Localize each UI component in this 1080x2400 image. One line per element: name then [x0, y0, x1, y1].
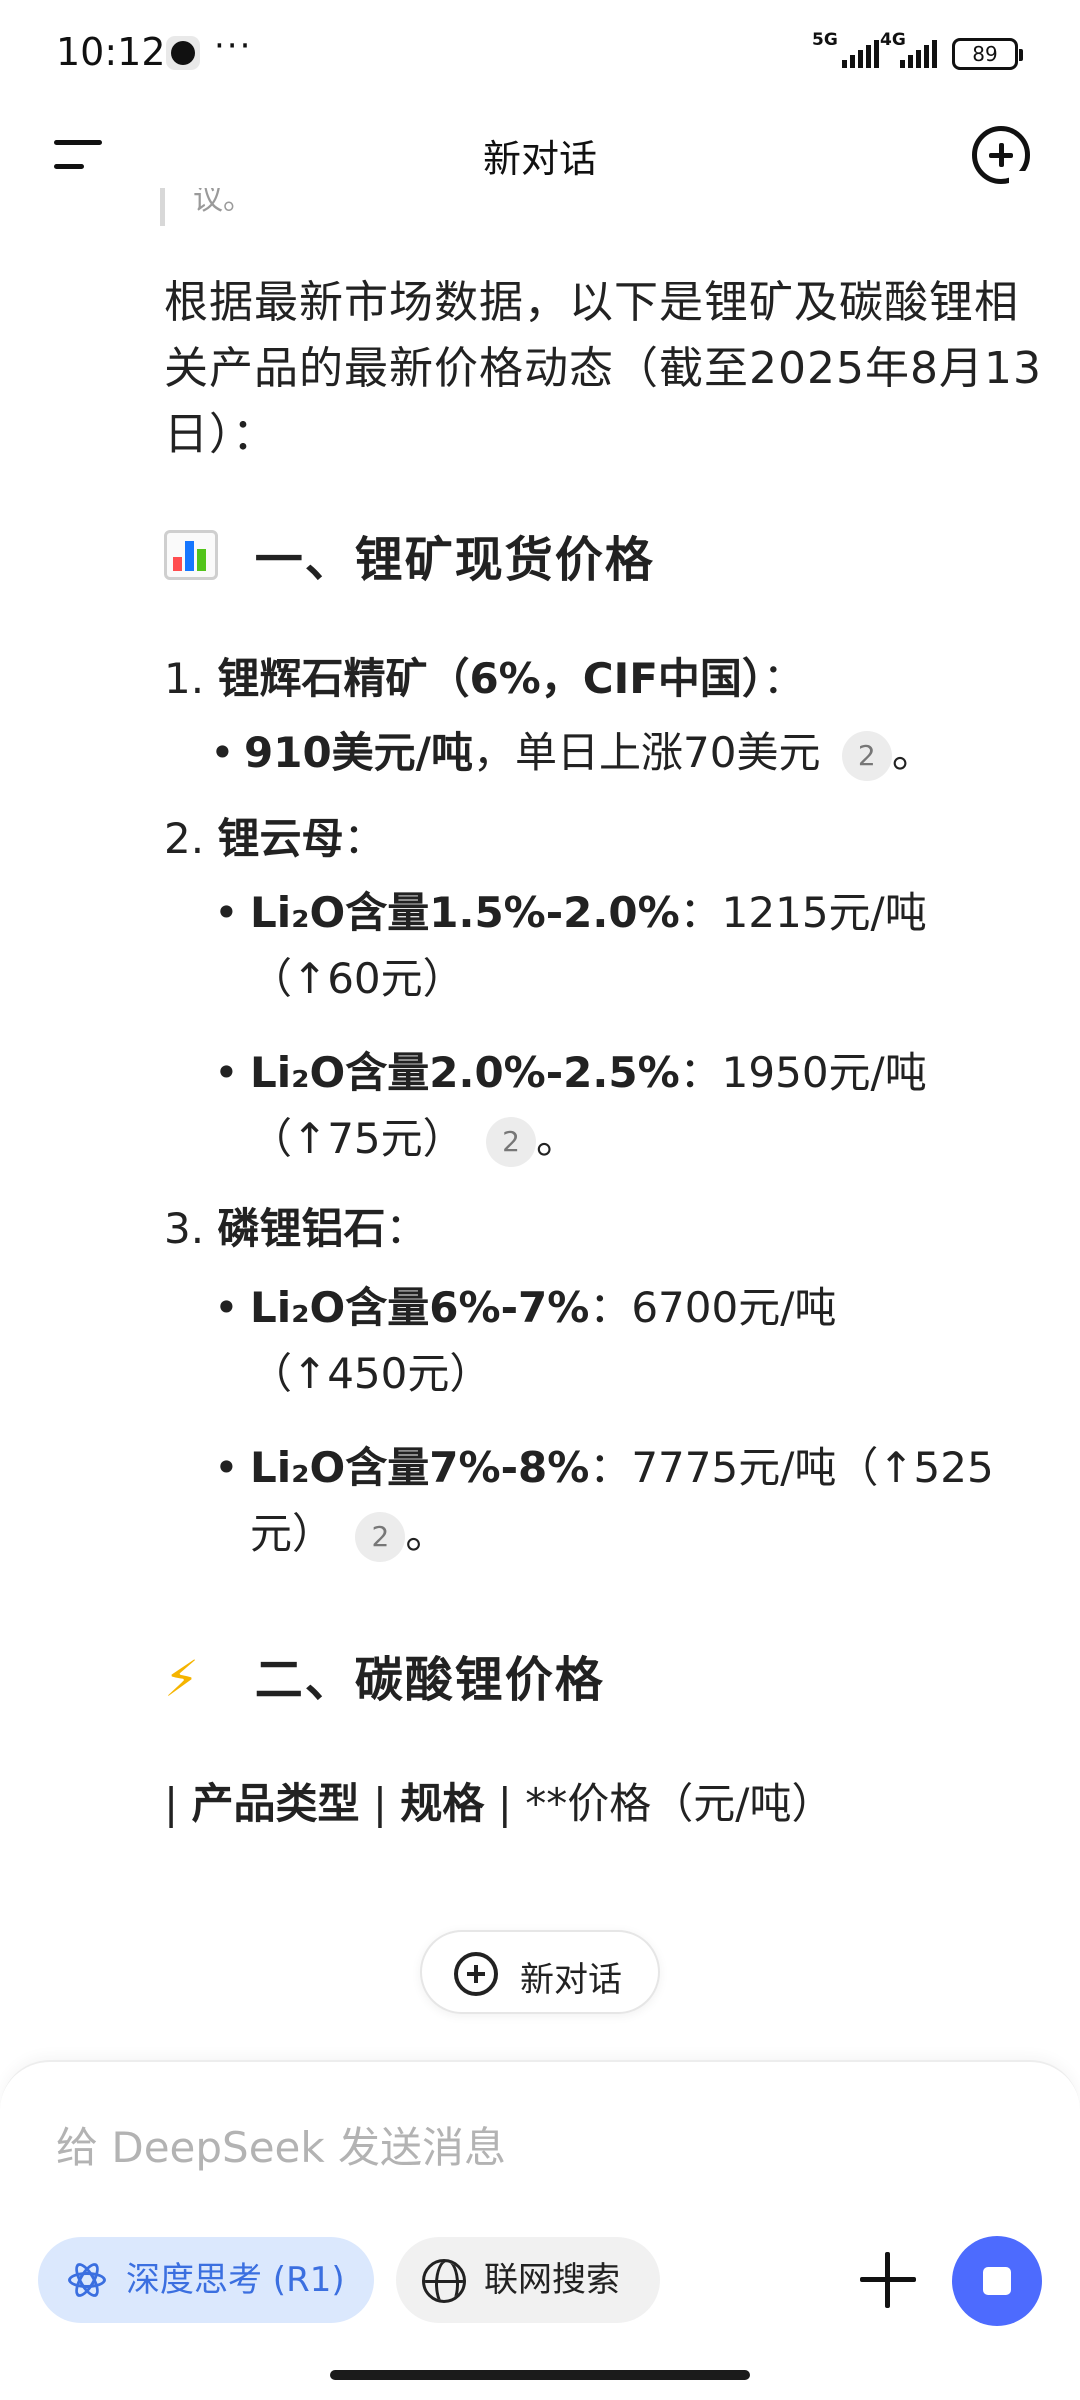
- bullet-bold: Li₂O含量1.5%-2.0%: [250, 888, 680, 937]
- list-item: 3. 磷锂铝石：: [164, 1195, 427, 1256]
- status-bar: 10:12 ··· 5G 4G 89: [0, 0, 1080, 110]
- bullet-bold: Li₂O含量6%-7%: [250, 1283, 590, 1332]
- list-item-title: 锂云母: [217, 814, 344, 863]
- page-title: 新对话: [482, 137, 597, 181]
- attach-plus-button[interactable]: [860, 2252, 916, 2308]
- lightning-icon: ⚡: [164, 1650, 202, 1708]
- list-number: 3.: [164, 1204, 205, 1253]
- bullet-item: • Li₂O含量2.0%-2.5%：1950元/吨 （↑75元） 2。: [214, 1040, 1030, 1172]
- bullet-line2: （↑60元）: [250, 954, 465, 1003]
- new-chat-button[interactable]: 新对话: [420, 1930, 660, 2014]
- bullet-text: ：6700元/吨: [589, 1283, 837, 1332]
- bullet-line2: 元）: [250, 1509, 335, 1558]
- list-item-colon: ：: [385, 1204, 428, 1253]
- bullet-item: • Li₂O含量1.5%-2.0%：1215元/吨 （↑60元）: [214, 888, 927, 1003]
- app-notification-icon: [166, 36, 200, 70]
- list-item: 1. 锂辉石精矿（6%，CIF中国）：: [164, 645, 805, 706]
- bullet-bold: 910美元/吨: [244, 728, 474, 777]
- bullet-end: 。: [405, 1509, 448, 1558]
- stop-generation-button[interactable]: [952, 2236, 1042, 2326]
- list-item-colon: ：: [343, 814, 386, 863]
- table-divider: |: [497, 1779, 512, 1828]
- net-5g-label: 5G: [812, 30, 838, 50]
- list-item-title: 锂辉石精矿（6%，CIF中国）: [217, 654, 763, 703]
- new-chat-button-label: 新对话: [520, 1960, 622, 2000]
- bar-chart-icon: [164, 530, 218, 580]
- app-header: 新对话: [0, 110, 1080, 200]
- home-indicator[interactable]: [330, 2370, 750, 2380]
- signal-icon: [900, 40, 940, 68]
- bullet-end: 。: [891, 728, 934, 777]
- bullet-line2: （↑450元）: [250, 1349, 492, 1398]
- citation-badge[interactable]: 2: [841, 730, 892, 781]
- message-input[interactable]: [56, 2112, 856, 2182]
- citation-badge[interactable]: 2: [486, 1116, 536, 1167]
- bullet-bold: Li₂O含量7%-8%: [250, 1443, 590, 1492]
- list-number: 2.: [164, 814, 205, 863]
- table-header-fragment: | 产品类型 | 规格 | **价格（元/吨）: [164, 1770, 833, 1831]
- deep-think-label: 深度思考 (R1): [126, 2260, 345, 2300]
- globe-icon: [422, 2259, 466, 2303]
- section-heading-2: ⚡ 二、碳酸锂价格: [164, 1640, 605, 1710]
- bullet-text: ：1215元/吨: [679, 888, 927, 937]
- battery-icon: 89: [952, 38, 1023, 70]
- bullet-item: • Li₂O含量7%-8%：7775元/吨（↑525 元） 2。: [214, 1435, 1040, 1567]
- intro-paragraph: 根据最新市场数据，以下是锂矿及碳酸锂相关产品的最新价格动态（截至2025年8月1…: [164, 277, 1042, 460]
- list-item-colon: ：: [762, 654, 805, 703]
- web-search-toggle[interactable]: 联网搜索: [396, 2237, 660, 2323]
- citation-badge[interactable]: 2: [355, 1511, 406, 1562]
- table-divider: |: [164, 1779, 179, 1828]
- atom-icon: [66, 2259, 108, 2301]
- list-item: 2. 锂云母：: [164, 805, 385, 866]
- new-chat-icon[interactable]: [972, 126, 1030, 184]
- message-composer: 深度思考 (R1) 联网搜索: [0, 2060, 1080, 2400]
- list-item-title: 磷锂铝石: [217, 1204, 386, 1253]
- section-heading-1-text: 一、锂矿现货价格: [254, 532, 655, 588]
- list-number: 1.: [164, 654, 205, 703]
- new-chat-icon: [454, 1952, 498, 1996]
- quote-fragment: 议。: [160, 188, 253, 226]
- bullet-item: • Li₂O含量6%-7%：6700元/吨 （↑450元）: [214, 1283, 837, 1398]
- bullet-item: • 910美元/吨，单日上涨70美元 2。: [210, 720, 934, 786]
- bullet-text: ：1950元/吨: [679, 1048, 927, 1097]
- web-search-label: 联网搜索: [484, 2260, 620, 2300]
- bullet-line2: （↑75元）: [250, 1114, 465, 1163]
- status-more-icon: ···: [214, 26, 253, 66]
- bullet-text: ：7775元/吨（↑525: [589, 1443, 994, 1492]
- table-col-price: **价格（元/吨）: [525, 1779, 834, 1828]
- table-divider: |: [372, 1779, 388, 1828]
- status-time: 10:12: [56, 30, 166, 74]
- bullet-end: 。: [536, 1114, 579, 1163]
- section-heading-2-text: 二、碳酸锂价格: [254, 1652, 605, 1708]
- section-heading-1: 一、锂矿现货价格: [164, 520, 655, 590]
- deep-think-toggle[interactable]: 深度思考 (R1): [38, 2237, 374, 2323]
- bullet-text: ，单日上涨70美元: [473, 728, 821, 777]
- table-col-spec: 规格: [400, 1779, 485, 1828]
- bullet-bold: Li₂O含量2.0%-2.5%: [250, 1048, 680, 1097]
- table-col-product-type: 产品类型: [191, 1779, 360, 1828]
- signal-icon: [842, 40, 882, 68]
